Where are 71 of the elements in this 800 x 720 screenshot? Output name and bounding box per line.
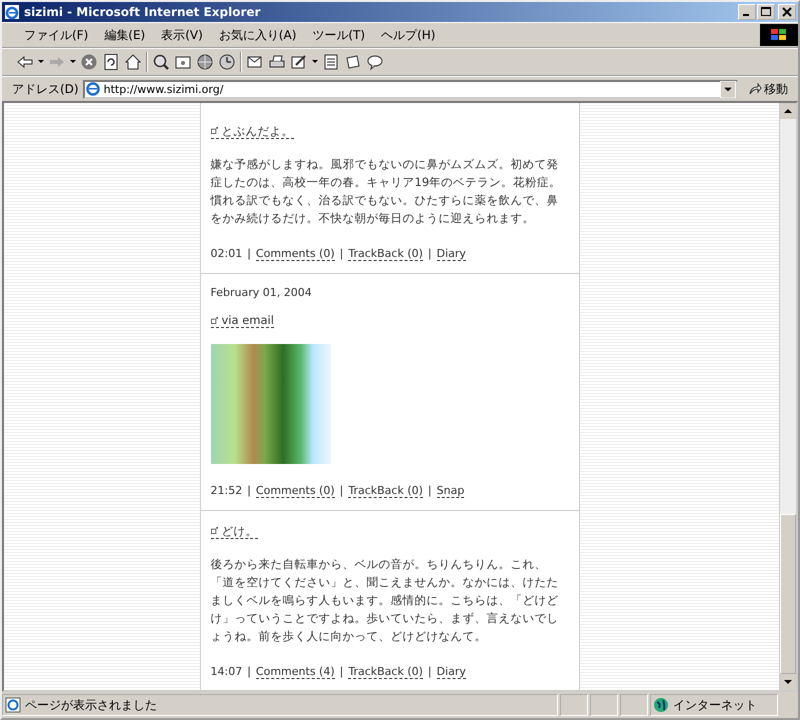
search-icon[interactable] <box>152 53 170 71</box>
menu-item[interactable]: ツール(T) <box>304 26 374 44</box>
separator: | <box>428 484 432 497</box>
footer-link[interactable]: Comments (0) <box>256 484 335 498</box>
menu-item[interactable]: 編集(E) <box>96 26 154 44</box>
windows-logo-icon <box>760 24 798 46</box>
caret-icon[interactable] <box>38 60 44 64</box>
footer-link[interactable]: Comments (0) <box>256 246 335 260</box>
close-icon[interactable] <box>778 4 796 20</box>
post-text: 後ろから来た自転車から、ベルの音が。ちりんちりん。これ、「道を空けてください」と、聞こえませんか。なかには、けたたましくベルを鳴らす人もいます。感情的に。こちらは、「どけどけ」っていうことですよね。歩いていたら、まず、言えないでしょうね。前を歩く人に向かって、どけどけなんて。 <box>210 556 560 644</box>
post-title-link[interactable]: via email <box>210 313 274 328</box>
clock-icon[interactable] <box>218 53 236 71</box>
page-icon <box>84 81 101 97</box>
browser-logo-icon <box>4 4 20 20</box>
page-status-icon <box>5 697 21 713</box>
footer-link[interactable]: TrackBack (0) <box>348 664 423 678</box>
link-marker-icon <box>210 527 218 534</box>
status-text: ページが表示されました <box>2 694 558 716</box>
stop-icon[interactable] <box>80 53 98 71</box>
page-icon[interactable] <box>344 53 362 71</box>
separator: | <box>247 484 251 497</box>
scrollbar-thumb[interactable] <box>780 514 796 674</box>
menu-item[interactable]: 表示(V) <box>153 26 211 44</box>
link-marker-icon <box>210 316 218 324</box>
scroll-up-icon[interactable] <box>780 103 796 119</box>
security-zone: インターネット <box>650 694 778 716</box>
post-time: 14:07 <box>210 664 242 678</box>
caret-icon[interactable] <box>70 60 76 64</box>
window-title: sizimi - Microsoft Internet Explorer <box>24 5 262 19</box>
post-title-link[interactable]: どけ。 <box>210 524 258 538</box>
status-panel <box>620 694 648 716</box>
scroll-down-icon[interactable] <box>780 674 796 690</box>
address-field[interactable]: http://www.sizimi.org/ <box>82 80 738 98</box>
document-icon[interactable] <box>322 53 340 71</box>
globe-icon[interactable] <box>196 53 214 71</box>
globe-icon <box>653 697 669 713</box>
caret-icon[interactable] <box>312 60 318 64</box>
separator: | <box>247 246 251 260</box>
speech-bubble-icon[interactable] <box>366 53 384 71</box>
post-date: February 01, 2004 <box>210 286 313 298</box>
dropdown-icon[interactable] <box>720 80 736 98</box>
post-time: 02:01 <box>210 246 242 260</box>
separator: | <box>247 664 251 678</box>
footer-link[interactable]: TrackBack (0) <box>348 484 423 498</box>
footer-link[interactable]: Snap <box>436 484 464 498</box>
post-title-link[interactable]: とぶんだよ。 <box>210 124 294 138</box>
go-arrow-icon <box>748 82 762 96</box>
footer-link[interactable]: Diary <box>436 664 466 678</box>
refresh-icon[interactable] <box>102 53 120 71</box>
footer-link[interactable]: Diary <box>436 246 466 260</box>
menu-item[interactable]: お気に入り(A) <box>210 26 304 44</box>
separator: | <box>428 246 432 260</box>
edit-icon[interactable] <box>290 53 308 71</box>
link-marker-icon <box>210 127 218 134</box>
footer-link[interactable]: TrackBack (0) <box>348 246 423 260</box>
separator: | <box>340 484 344 497</box>
minimize-icon[interactable] <box>738 4 756 20</box>
post-time: 21:52 <box>210 484 242 497</box>
status-panel <box>590 694 618 716</box>
separator: | <box>340 246 344 260</box>
menu-item[interactable]: ヘルプ(H) <box>373 26 444 44</box>
back-arrow-icon[interactable] <box>16 53 34 71</box>
separator: | <box>428 664 432 678</box>
maximize-icon[interactable] <box>757 4 775 20</box>
address-label: アドレス(D) <box>12 80 79 98</box>
status-panel <box>560 694 588 716</box>
menu-item[interactable]: ファイル(F) <box>16 26 96 44</box>
post-text: 嫌な予感がしますね。風邪でもないのに鼻がムズムズ。初めて発症したのは、高校一年の春。キャリア19年のベテラン。花粉症。慣れる訳でもなく、治る訳でもない。ひたすらに薬を飲んで、鼻をかみ続けるだけ。不快な朝が毎日のように迎えられます。 <box>210 156 562 226</box>
footer-link[interactable]: Comments (4) <box>256 664 335 678</box>
separator: | <box>340 664 344 678</box>
home-icon[interactable] <box>124 53 142 71</box>
